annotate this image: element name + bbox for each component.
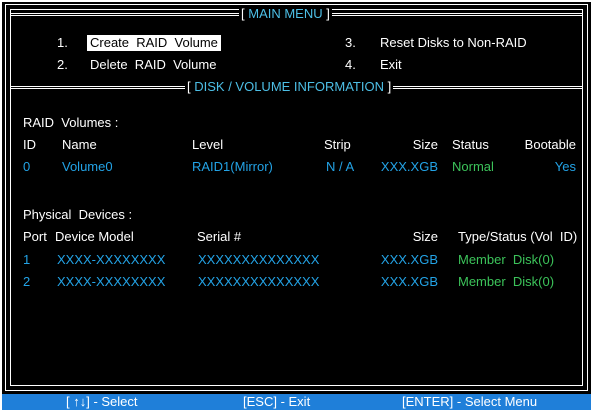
raid-bios-screen: [ MAIN MENU ] 1. Create RAID Volume 2. D… <box>2 2 591 394</box>
footer-select-hint: [ ↑↓] - Select <box>66 394 138 409</box>
volume-bootable: Yes <box>554 159 576 174</box>
volume-size: XXX.XGB <box>380 159 438 174</box>
volume-id: 0 <box>23 159 31 174</box>
menu-item-create-raid-volume[interactable]: Create RAID Volume <box>87 35 221 51</box>
device-2-type: Member Disk(0) <box>458 274 555 289</box>
col-id: ID <box>23 137 36 152</box>
raid-volumes-heading: RAID Volumes : <box>23 115 119 130</box>
col-strip: Strip <box>324 137 351 152</box>
col-device-size: Size <box>412 229 438 244</box>
footer-enter-hint: [ENTER] - Select Menu <box>402 394 538 409</box>
col-name: Name <box>62 137 97 152</box>
device-2-size: XXX.XGB <box>380 274 438 289</box>
physical-devices-heading: Physical Devices : <box>23 207 133 222</box>
footer-exit-hint: [ESC] - Exit <box>243 394 311 409</box>
device-1-serial: XXXXXXXXXXXXXX <box>198 252 320 267</box>
menu-item-4-number: 4. <box>345 57 356 72</box>
volume-name: Volume0 <box>62 159 113 174</box>
device-1-port: 1 <box>23 252 31 267</box>
menu-item-reset-disks[interactable]: Reset Disks to Non-RAID <box>380 35 527 51</box>
disk-info-title: [ DISK / VOLUME INFORMATION ] <box>185 79 394 95</box>
volume-status: Normal <box>452 159 494 174</box>
menu-item-1-number: 1. <box>57 35 68 50</box>
device-1-type: Member Disk(0) <box>458 252 555 267</box>
col-port: Port <box>23 229 47 244</box>
main-menu-title-text: MAIN MENU <box>248 6 323 21</box>
device-2-port: 2 <box>23 274 31 289</box>
menu-item-delete-raid-volume[interactable]: Delete RAID Volume <box>90 57 216 73</box>
menu-item-exit[interactable]: Exit <box>380 57 402 73</box>
col-size: Size <box>412 137 438 152</box>
device-2-serial: XXXXXXXXXXXXXX <box>198 274 320 289</box>
footer-key-help-bar: [ ↑↓] - Select [ESC] - Exit [ENTER] - Se… <box>2 394 591 410</box>
menu-item-3-number: 3. <box>345 35 356 50</box>
col-level: Level <box>192 137 224 152</box>
main-menu-title: [ MAIN MENU ] <box>239 6 332 22</box>
col-serial: Serial # <box>197 229 242 244</box>
col-device-model: Device Model <box>55 229 134 244</box>
volume-strip: N / A <box>326 159 355 174</box>
device-1-size: XXX.XGB <box>380 252 438 267</box>
col-status: Status <box>452 137 489 152</box>
menu-item-2-number: 2. <box>57 57 68 72</box>
col-type-status: Type/Status (Vol ID) <box>458 229 578 244</box>
volume-level: RAID1(Mirror) <box>192 159 273 174</box>
device-2-model: XXXX-XXXXXXXX <box>57 274 166 289</box>
device-1-model: XXXX-XXXXXXXX <box>57 252 166 267</box>
disk-info-title-text: DISK / VOLUME INFORMATION <box>194 79 384 94</box>
col-bootable: Bootable <box>524 137 576 152</box>
